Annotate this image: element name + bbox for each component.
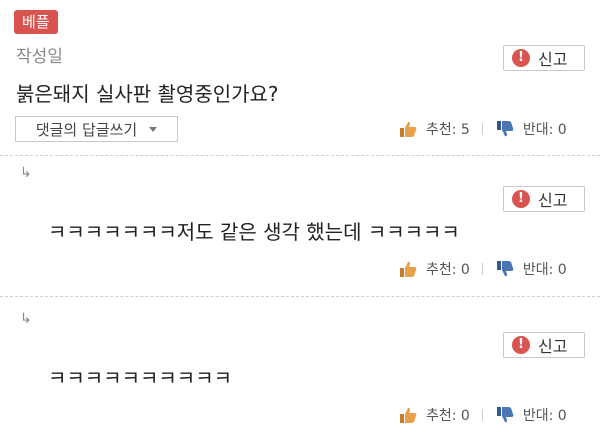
upvote-button[interactable]: 추천: 5 xyxy=(398,119,470,139)
reply-button-label: 댓글의 답글쓰기 xyxy=(35,120,138,139)
upvote-count: 추천: 0 xyxy=(426,262,470,278)
downvote-count: 반대: 0 xyxy=(522,122,567,138)
vote-separator xyxy=(481,409,483,421)
reply-indicator-icon: ↳ xyxy=(20,165,32,181)
downvote-button[interactable]: 반대: 0 xyxy=(495,405,567,425)
vote-row: 추천: 0 반대: 0 xyxy=(398,405,567,425)
upvote-button[interactable]: 추천: 0 xyxy=(398,259,470,279)
thumbs-up-icon xyxy=(400,261,417,277)
comment-divider xyxy=(0,296,600,297)
reply-to-comment-button[interactable]: 댓글의 답글쓰기 xyxy=(15,116,178,142)
exclamation-circle-icon: ! xyxy=(512,336,530,354)
thumbs-down-icon xyxy=(496,407,514,423)
report-button[interactable]: ! 신고 xyxy=(503,332,585,358)
upvote-count: 추천: 0 xyxy=(426,408,470,424)
exclamation-circle-icon: ! xyxy=(512,49,530,67)
best-comment-badge: 베플 xyxy=(14,10,58,34)
downvote-count: 반대: 0 xyxy=(522,262,567,278)
report-button[interactable]: ! 신고 xyxy=(503,186,585,212)
upvote-button[interactable]: 추천: 0 xyxy=(398,405,470,425)
comment-author: 작성일 xyxy=(16,47,63,67)
report-label: 신고 xyxy=(538,191,568,210)
thumbs-down-icon xyxy=(496,261,514,277)
reply-text: ㅋㅋㅋㅋㅋㅋㅋ저도 같은 생각 했는데 ㅋㅋㅋㅋㅋ xyxy=(48,220,460,244)
thumbs-up-icon xyxy=(400,121,417,137)
reply-text: ㅋㅋㅋㅋㅋㅋㅋㅋㅋㅋ xyxy=(48,366,232,390)
vote-row: 추천: 5 반대: 0 xyxy=(398,119,567,139)
comment-divider xyxy=(0,155,600,156)
downvote-button[interactable]: 반대: 0 xyxy=(495,119,567,139)
caret-down-icon xyxy=(149,126,158,132)
vote-separator xyxy=(481,123,483,135)
report-button[interactable]: ! 신고 xyxy=(503,45,585,71)
comment-text: 붉은돼지 실사판 촬영중인가요? xyxy=(16,82,279,106)
report-label: 신고 xyxy=(538,337,568,356)
vote-row: 추천: 0 반대: 0 xyxy=(398,259,567,279)
vote-separator xyxy=(481,263,483,275)
thumbs-down-icon xyxy=(496,121,514,137)
upvote-count: 추천: 5 xyxy=(426,122,470,138)
report-label: 신고 xyxy=(538,50,568,69)
reply-indicator-icon: ↳ xyxy=(20,311,32,327)
exclamation-circle-icon: ! xyxy=(512,190,530,208)
thumbs-up-icon xyxy=(400,407,417,423)
downvote-count: 반대: 0 xyxy=(522,408,567,424)
downvote-button[interactable]: 반대: 0 xyxy=(495,259,567,279)
